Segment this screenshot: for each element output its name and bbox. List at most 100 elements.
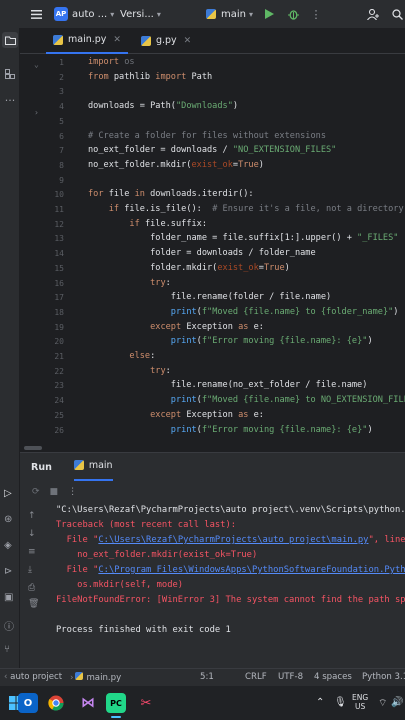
code-editor[interactable]: import os from pathlib import Path downloa… [72,54,405,444]
structure-tool-button[interactable] [2,66,18,82]
line-number: 12 [54,219,64,229]
project-tool-button[interactable] [2,32,18,48]
code-line[interactable]: if file.suffix: [88,217,207,232]
code-line[interactable]: print(f"Moved {file.name} to NO_EXTENSIO… [88,393,405,408]
line-number: 2 [59,72,64,82]
project-selector[interactable]: AP auto ... ▾ [54,0,114,28]
code-line[interactable]: folder_name = file.suffix[1:].upper() + … [88,231,398,246]
soft-wrap-icon[interactable]: ≡ [28,547,36,557]
capcut-app[interactable]: ✂ [136,693,156,713]
line-number: 9 [59,175,64,185]
code-line[interactable]: except Exception as e: [88,408,264,423]
tab-main-py[interactable]: main.py ✕ [46,28,128,54]
console-line: "C:\Users\Rezaf\PycharmProjects\auto pro… [56,505,405,515]
run-tool-button[interactable]: ▷ [4,488,12,499]
code-line[interactable]: try: [88,276,171,291]
arrow-down-icon[interactable]: ↓ [28,529,36,539]
python-packages-button[interactable]: ⊛ [4,514,12,525]
line-number: 11 [54,205,64,214]
code-line[interactable]: if file.is_file(): # Ensure it's a file,… [88,202,404,217]
debug-button[interactable] [286,0,300,28]
code-line[interactable]: # Create a folder for files without exte… [88,129,326,144]
code-line[interactable]: no_ext_folder.mkdir(exist_ok=True) [88,158,264,173]
print-icon[interactable]: ⎙ [28,583,35,593]
search-button[interactable] [390,0,404,28]
run-panel: Run main ⟳ ■ ⋮ ↑ ↓ ≡ ⤓ ⎙ 🗑 "C:\Users\Rez… [20,452,405,668]
code-line[interactable]: folder = downloads / folder_name [88,246,316,261]
stop-icon[interactable]: ■ [50,487,59,497]
code-line[interactable]: folder.mkdir(exist_ok=True) [88,261,290,276]
console-line: no_ext_folder.mkdir(exist_ok=True) [56,550,258,560]
chevron-up-icon[interactable]: ⌃ [316,697,324,708]
status-bar: ‹ auto project › main.py 5:1 CRLF UTF-8 4… [0,668,405,686]
status-file[interactable]: › main.py [70,672,121,683]
code-line[interactable]: import os [88,55,135,70]
code-line[interactable]: file.rename(no_ext_folder / file.name) [88,378,368,393]
close-icon[interactable]: ✕ [113,35,121,45]
layers-tool-button[interactable]: ◈ [4,540,12,551]
add-user-button[interactable] [366,0,380,28]
code-line[interactable]: for file in downloads.iterdir(): [88,187,254,202]
code-line[interactable]: no_ext_folder = downloads / "NO_EXTENSIO… [88,143,336,158]
line-number: 13 [54,234,64,244]
more-actions-button[interactable]: ⋮ [310,0,322,28]
python-file-icon [53,34,63,45]
console-output[interactable]: "C:\Users\Rezaf\PycharmProjects\auto pro… [56,503,405,653]
more-horizontal-icon[interactable]: ⋮ [68,487,77,497]
code-line[interactable]: from pathlib import Path [88,70,212,85]
main-menu-button[interactable] [28,0,44,28]
code-line[interactable]: print(f"Moved {file.name} to {folder_nam… [88,305,399,320]
services-tool-button[interactable]: ⊳ [4,566,12,577]
fold-arrow-icon[interactable]: › [34,108,39,117]
indent-setting[interactable]: 4 spaces [314,672,352,682]
code-line[interactable]: else: [88,349,155,364]
line-number: 15 [54,263,64,273]
terminal-tool-button[interactable]: ▣ [4,592,13,603]
pycharm-app[interactable]: PC [106,693,126,713]
code-line[interactable]: file.rename(folder / file.name) [88,290,331,305]
python-interpreter[interactable]: Python 3.1 [362,672,405,682]
code-line[interactable]: print(f"Error moving {file.name}: {e}") [88,334,373,349]
fold-arrow-icon[interactable]: ⌄ [34,60,39,69]
code-line[interactable]: print(f"Error moving {file.name}: {e}") [88,423,373,438]
scrollbar-thumb[interactable] [24,446,42,450]
active-app-indicator [111,716,121,718]
console-line: File "C:\Program Files\WindowsApps\Pytho… [56,563,405,578]
status-project[interactable]: ‹ auto project [4,672,62,682]
visual-studio-app[interactable]: ⋈ [78,693,98,713]
wifi-icon[interactable]: ⌔ [378,697,387,710]
file-link[interactable]: C:\Users\Rezaf\PycharmProjects\auto proj… [98,535,368,545]
outlook-app[interactable]: O [18,693,38,713]
file-link[interactable]: C:\Program Files\WindowsApps\PythonSoftw… [98,565,405,575]
file-encoding[interactable]: UTF-8 [278,672,303,682]
input-language[interactable]: ENG US [352,693,368,711]
caret-position[interactable]: 5:1 [200,672,214,682]
rerun-icon[interactable]: ⟳ [32,487,40,497]
editor-horizontal-scrollbar[interactable] [22,444,405,452]
trash-icon[interactable]: 🗑 [28,599,39,609]
vcs-selector[interactable]: Versi... ▾ [120,0,161,28]
close-icon[interactable]: ✕ [184,36,192,46]
chrome-app[interactable] [46,693,66,713]
arrow-up-icon[interactable]: ↑ [28,511,36,521]
microphone-icon[interactable]: 🎙 [334,697,347,708]
code-line[interactable]: try: [88,364,171,379]
chevron-down-icon: ▾ [110,9,115,19]
code-line[interactable]: downloads = Path("Downloads") [88,99,238,114]
line-number: 16 [54,278,64,288]
volume-icon[interactable]: 🔊 [391,697,403,708]
run-button[interactable] [262,0,276,28]
run-config-selector[interactable]: main ▾ [206,0,253,28]
git-tool-button[interactable]: ⑂ [4,644,10,655]
more-tools-button[interactable]: ··· [2,92,18,108]
line-number: 6 [59,131,64,141]
line-number: 5 [59,116,64,126]
structure-icon [5,69,15,79]
scroll-to-end-icon[interactable]: ⤓ [28,565,32,575]
tab-g-py[interactable]: g.py ✕ [134,28,198,54]
run-tab-main[interactable]: main [73,453,113,481]
line-separator[interactable]: CRLF [245,672,267,682]
run-panel-title: Run [31,461,52,473]
code-line[interactable]: except Exception as e: [88,320,264,335]
problems-tool-button[interactable]: ⓘ [4,618,14,633]
